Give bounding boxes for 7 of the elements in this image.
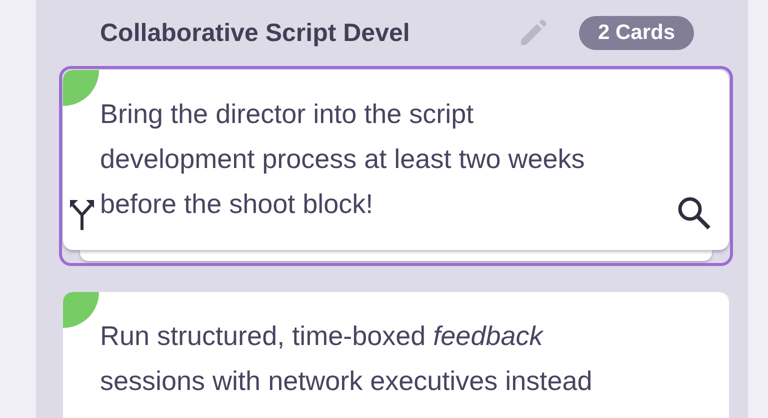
card-text: Run structured, time-boxed feedback sessions with network executives instead bbox=[100, 320, 594, 398]
card-count-badge: 2 Cards bbox=[579, 16, 694, 50]
card[interactable]: Bring the director into the script development process at least two weeks before the shoot block! bbox=[63, 70, 729, 250]
search-icon[interactable] bbox=[677, 196, 711, 230]
card[interactable]: Run structured, time-boxed feedback sessions with network executives instead bbox=[63, 292, 729, 418]
column-title: Collaborative Script Devel bbox=[100, 18, 411, 48]
card-text: Bring the director into the script development process at least two weeks before the shoot block! bbox=[100, 98, 586, 221]
